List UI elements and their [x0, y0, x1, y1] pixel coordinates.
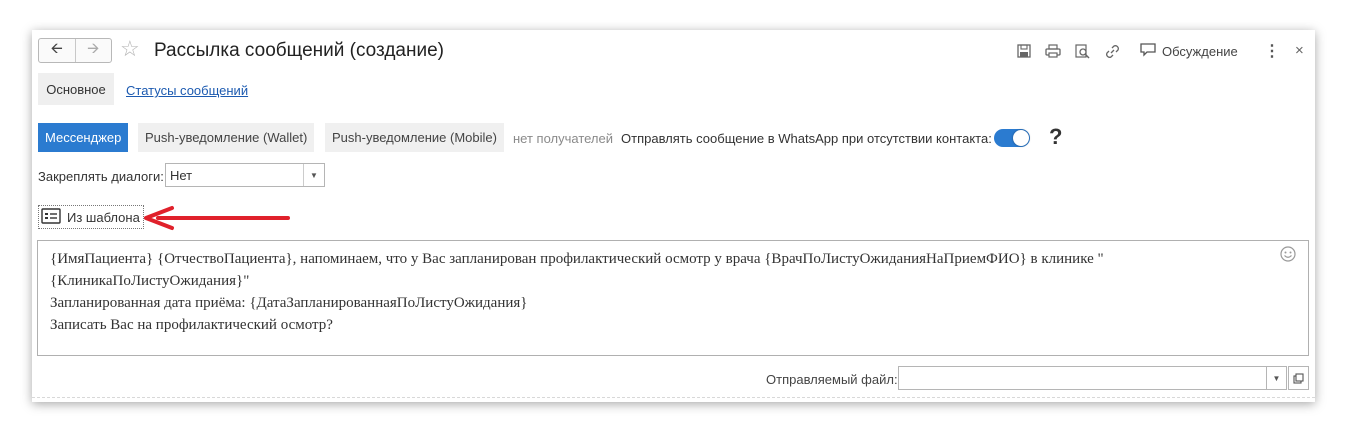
discussion-icon — [1140, 43, 1156, 60]
mode-push-wallet-button[interactable]: Push-уведомление (Wallet) — [138, 123, 315, 152]
nav-buttons: 🡨 🡪 — [38, 38, 112, 63]
tab-main[interactable]: Основное — [38, 73, 114, 105]
message-line: Записать Вас на профилактический осмотр? — [50, 317, 333, 333]
whatsapp-toggle[interactable] — [994, 129, 1030, 147]
divider — [32, 397, 1315, 399]
link-icon[interactable] — [1103, 42, 1121, 60]
page-title: Рассылка сообщений (создание) — [154, 40, 444, 61]
pin-dialogs-value: Нет — [170, 167, 193, 183]
message-line: {КлиникаПоЛистуОжидания}" — [50, 273, 250, 289]
forward-button[interactable]: 🡪 — [74, 39, 112, 62]
open-icon[interactable] — [1288, 366, 1309, 390]
smile-icon[interactable] — [1280, 246, 1296, 265]
message-line: {ИмяПациента} {ОтчествоПациента}, напоми… — [50, 251, 1104, 267]
discussion-label: Обсуждение — [1162, 44, 1238, 59]
from-template-label: Из шаблона — [67, 209, 140, 225]
whatsapp-label: Отправлять сообщение в WhatsApp при отсу… — [621, 131, 992, 146]
toggle-knob — [1013, 130, 1029, 146]
more-icon[interactable]: ⋮ — [1264, 41, 1280, 61]
template-icon — [41, 207, 61, 227]
message-line: Запланированная дата приёма: {ДатаЗаплан… — [50, 295, 528, 311]
preview-icon[interactable] — [1073, 42, 1091, 60]
discussion-button[interactable]: Обсуждение — [1140, 43, 1238, 60]
chevron-down-icon[interactable]: ▼ — [303, 164, 324, 186]
pin-dialogs-select[interactable]: Нет ▼ — [165, 163, 325, 187]
tab-statuses[interactable]: Статусы сообщений — [126, 83, 248, 98]
pin-dialogs-label: Закреплять диалоги: — [38, 169, 164, 184]
chevron-down-icon[interactable]: ▼ — [1267, 366, 1287, 390]
mode-push-mobile-button[interactable]: Push-уведомление (Mobile) — [325, 123, 504, 152]
help-button[interactable]: ? — [1049, 124, 1062, 150]
back-arrow-icon: 🡨 — [50, 40, 63, 57]
mode-messenger-button[interactable]: Мессенджер — [38, 123, 129, 152]
save-icon[interactable] — [1015, 42, 1033, 60]
annotation-arrow-icon — [142, 202, 292, 235]
back-button[interactable]: 🡨 — [39, 39, 75, 62]
from-template-button[interactable]: Из шаблона — [38, 205, 144, 229]
form-window: 🡨 🡪 ☆ Рассылка сообщений (создание) Обсу… — [32, 30, 1315, 402]
print-icon[interactable] — [1044, 42, 1062, 60]
recipients-status: нет получателей — [513, 131, 614, 146]
star-icon[interactable]: ☆ — [120, 36, 140, 62]
message-textarea[interactable]: {ИмяПациента} {ОтчествоПациента}, напоми… — [37, 240, 1309, 356]
file-label: Отправляемый файл: — [766, 372, 898, 387]
file-input[interactable] — [898, 366, 1267, 390]
close-icon[interactable]: × — [1295, 42, 1304, 59]
forward-arrow-icon: 🡪 — [87, 40, 100, 57]
